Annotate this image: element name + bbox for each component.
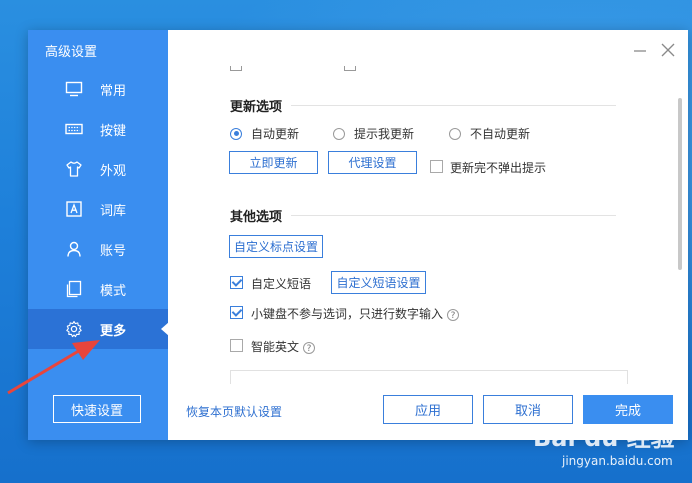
annotation-arrow (7, 340, 100, 395)
watermark-brand: Bai du 经验 (533, 424, 675, 452)
watermark-url: jingyan.baidu.com (562, 454, 673, 468)
